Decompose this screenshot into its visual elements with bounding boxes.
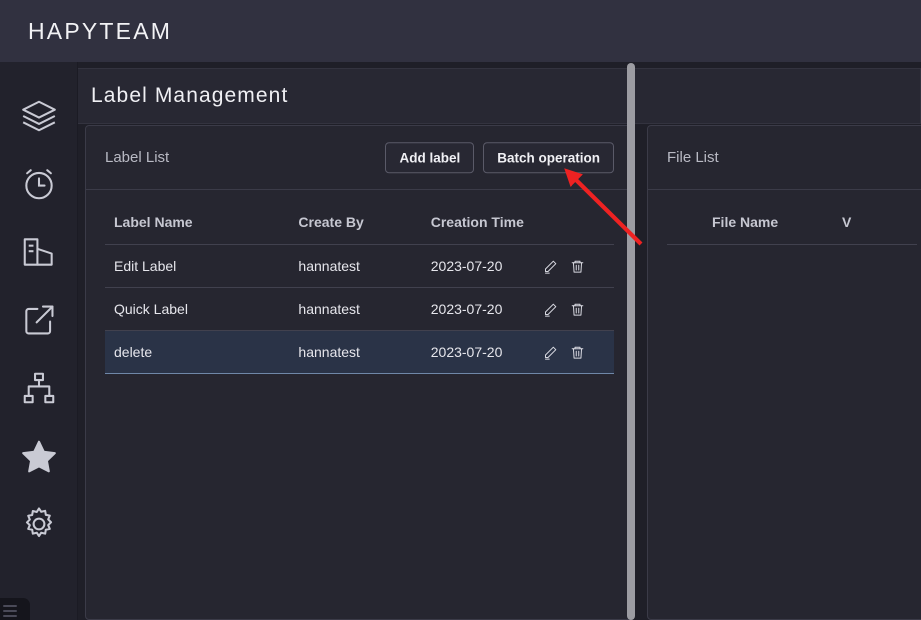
drawer-line — [3, 605, 17, 607]
edit-pencil-icon — [543, 346, 558, 363]
cell-creation-time: 2023-07-20 — [430, 244, 543, 288]
trash-delete-icon — [570, 346, 585, 363]
sidebar-item-reports[interactable] — [0, 218, 78, 286]
table-row[interactable]: delete hannatest 2023-07-20 — [105, 330, 614, 374]
main-content-area: Label Management Label List Add label Ba… — [78, 62, 921, 620]
share-export-icon — [20, 301, 58, 339]
trash-delete-icon — [570, 260, 585, 277]
delete-row-button[interactable] — [570, 259, 585, 274]
cell-label-name: Quick Label — [105, 287, 299, 331]
page-title-bar: Label Management — [78, 68, 921, 124]
row-actions — [543, 345, 614, 360]
drawer-line — [3, 615, 17, 617]
building-chart-icon — [20, 233, 58, 271]
app-brand-title: HAPYTEAM — [28, 17, 173, 44]
panels-container: Label List Add label Batch operation Lab… — [78, 125, 921, 620]
column-header-file-name: File Name — [667, 190, 842, 245]
cell-create-by: hannatest — [298, 330, 431, 374]
add-label-button[interactable]: Add label — [385, 141, 475, 174]
delete-row-button[interactable] — [570, 345, 585, 360]
file-list-panel: File List File Name V — [647, 125, 921, 620]
label-list-panel: Label List Add label Batch operation Lab… — [85, 125, 634, 620]
app-root: HAPYTEAM Label Management Label List Add… — [0, 0, 921, 620]
delete-row-button[interactable] — [570, 302, 585, 317]
cell-creation-time: 2023-07-20 — [430, 330, 543, 374]
row-actions — [543, 302, 614, 317]
alarm-clock-icon — [20, 165, 58, 203]
file-list-title: File List — [667, 149, 719, 166]
column-header-label-name: Label Name — [105, 190, 299, 245]
sidebar-item-layers[interactable] — [0, 82, 78, 150]
collapsed-drawer-handle[interactable] — [0, 598, 30, 620]
edit-row-button[interactable] — [543, 259, 558, 274]
file-table-wrapper: File Name V — [648, 190, 921, 245]
layers-icon — [20, 97, 58, 135]
label-list-actions: Add label Batch operation — [385, 141, 614, 174]
column-header-create-by: Create By — [298, 190, 431, 245]
cell-row-actions — [542, 287, 614, 331]
label-table-body: Edit Label hannatest 2023-07-20 Quick Label… — [105, 244, 614, 374]
column-header-creation-time: Creation Time — [430, 190, 543, 245]
sidebar-item-favorites[interactable] — [0, 422, 78, 490]
vertical-scrollbar[interactable] — [627, 63, 635, 620]
edit-pencil-icon — [543, 260, 558, 277]
left-sidebar-nav — [0, 62, 78, 620]
label-list-header: Label List Add label Batch operation — [86, 126, 633, 190]
cell-create-by: hannatest — [298, 287, 431, 331]
gear-icon — [20, 505, 58, 543]
label-list-title: Label List — [105, 149, 170, 166]
drawer-line — [3, 610, 17, 612]
cell-label-name: delete — [105, 330, 299, 374]
star-icon — [20, 437, 58, 475]
cell-row-actions — [542, 330, 614, 374]
label-table-head: Label Name Create By Creation Time — [105, 190, 614, 245]
column-header-version: V — [842, 190, 917, 245]
page-title: Label Management — [91, 84, 289, 107]
row-actions — [543, 259, 614, 274]
batch-operation-button[interactable]: Batch operation — [483, 141, 614, 174]
file-table-header-row: File Name V — [667, 190, 917, 245]
file-table-head: File Name V — [667, 190, 917, 245]
sitemap-icon — [20, 369, 58, 407]
column-header-actions — [542, 190, 614, 245]
file-table: File Name V — [667, 190, 917, 245]
label-table: Label Name Create By Creation Time Edit … — [105, 190, 614, 374]
edit-row-button[interactable] — [543, 302, 558, 317]
file-list-header: File List — [648, 126, 921, 190]
sidebar-item-settings[interactable] — [0, 490, 78, 558]
table-row[interactable]: Quick Label hannatest 2023-07-20 — [105, 287, 614, 331]
label-table-wrapper: Label Name Create By Creation Time Edit … — [86, 190, 633, 374]
edit-pencil-icon — [543, 303, 558, 320]
sidebar-item-share[interactable] — [0, 286, 78, 354]
cell-create-by: hannatest — [298, 244, 431, 288]
table-row[interactable]: Edit Label hannatest 2023-07-20 — [105, 244, 614, 288]
cell-label-name: Edit Label — [105, 244, 299, 288]
label-table-header-row: Label Name Create By Creation Time — [105, 190, 614, 245]
edit-row-button[interactable] — [543, 345, 558, 360]
sidebar-item-org-chart[interactable] — [0, 354, 78, 422]
cell-row-actions — [542, 244, 614, 288]
trash-delete-icon — [570, 303, 585, 320]
top-header-bar: HAPYTEAM — [0, 0, 921, 62]
cell-creation-time: 2023-07-20 — [430, 287, 543, 331]
sidebar-item-alarm[interactable] — [0, 150, 78, 218]
